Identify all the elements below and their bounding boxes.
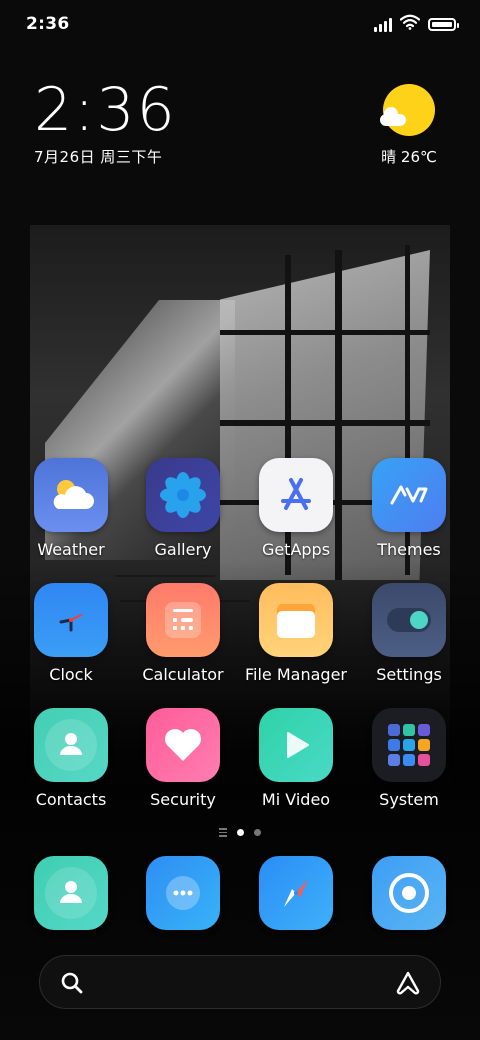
app-file-manager[interactable]: File Manager bbox=[241, 583, 351, 684]
search-bar[interactable] bbox=[39, 955, 441, 1009]
app-label: Calculator bbox=[142, 665, 224, 684]
app-clock[interactable]: Clock bbox=[16, 583, 126, 684]
wifi-icon bbox=[399, 14, 421, 34]
browser-icon bbox=[259, 856, 333, 930]
widget-time: 2:36 bbox=[34, 75, 177, 145]
wallpaper-frame bbox=[220, 330, 430, 335]
app-settings[interactable]: Settings bbox=[354, 583, 464, 684]
app-themes[interactable]: Themes bbox=[354, 458, 464, 559]
app-label: Contacts bbox=[35, 790, 107, 809]
app-label: Security bbox=[150, 790, 216, 809]
messages-icon bbox=[146, 856, 220, 930]
dock-browser[interactable] bbox=[241, 856, 351, 930]
app-label: Gallery bbox=[154, 540, 212, 559]
battery-fill bbox=[432, 21, 452, 27]
page-dot bbox=[254, 828, 261, 836]
system-folder-icon bbox=[372, 708, 446, 782]
camera-icon bbox=[372, 856, 446, 930]
app-contacts[interactable]: Contacts bbox=[16, 708, 126, 809]
weather-text: 晴 26℃ bbox=[381, 148, 437, 166]
calculator-icon bbox=[146, 583, 220, 657]
page-indicator[interactable] bbox=[0, 828, 480, 837]
app-system-folder[interactable]: System bbox=[354, 708, 464, 809]
battery-icon bbox=[428, 17, 459, 31]
dock-phone[interactable] bbox=[16, 856, 126, 930]
app-getapps[interactable]: GetApps bbox=[241, 458, 351, 559]
app-label: Settings bbox=[376, 665, 442, 684]
dock-messages[interactable] bbox=[128, 856, 238, 930]
assistant-icon[interactable] bbox=[394, 970, 422, 1000]
search-icon[interactable] bbox=[60, 971, 84, 999]
page-dot-active bbox=[237, 828, 244, 836]
phone-icon bbox=[34, 856, 108, 930]
app-security[interactable]: Security bbox=[128, 708, 238, 809]
status-bar: 2:36 bbox=[0, 0, 480, 50]
wallpaper-frame bbox=[220, 420, 430, 426]
app-label: Mi Video bbox=[261, 790, 331, 809]
weather-icon bbox=[34, 458, 108, 532]
contacts-icon bbox=[34, 708, 108, 782]
getapps-icon bbox=[259, 458, 333, 532]
widget-date: 7月26日 周三下午 bbox=[34, 148, 163, 166]
file-manager-icon bbox=[259, 583, 333, 657]
themes-icon bbox=[372, 458, 446, 532]
app-label: Clock bbox=[49, 665, 93, 684]
app-mi-video[interactable]: Mi Video bbox=[241, 708, 351, 809]
app-label: Weather bbox=[37, 540, 105, 559]
weather-widget[interactable]: 晴 26℃ bbox=[374, 84, 444, 167]
settings-icon bbox=[372, 583, 446, 657]
app-gallery[interactable]: Gallery bbox=[128, 458, 238, 559]
app-label: Themes bbox=[377, 540, 441, 559]
sun-cloud-icon bbox=[380, 84, 435, 136]
mi-video-icon bbox=[259, 708, 333, 782]
gallery-icon bbox=[146, 458, 220, 532]
status-icons bbox=[374, 14, 459, 34]
app-label: System bbox=[379, 790, 439, 809]
app-label: GetApps bbox=[261, 540, 331, 559]
clock-widget[interactable]: 2:36 7月26日 周三下午 bbox=[34, 78, 177, 167]
clock-icon bbox=[34, 583, 108, 657]
app-calculator[interactable]: Calculator bbox=[128, 583, 238, 684]
app-weather[interactable]: Weather bbox=[16, 458, 126, 559]
page-list-icon bbox=[219, 828, 227, 837]
signal-icon bbox=[374, 16, 392, 32]
dock-camera[interactable] bbox=[354, 856, 464, 930]
status-time: 2:36 bbox=[26, 14, 70, 34]
security-icon bbox=[146, 708, 220, 782]
app-label: File Manager bbox=[245, 665, 347, 684]
